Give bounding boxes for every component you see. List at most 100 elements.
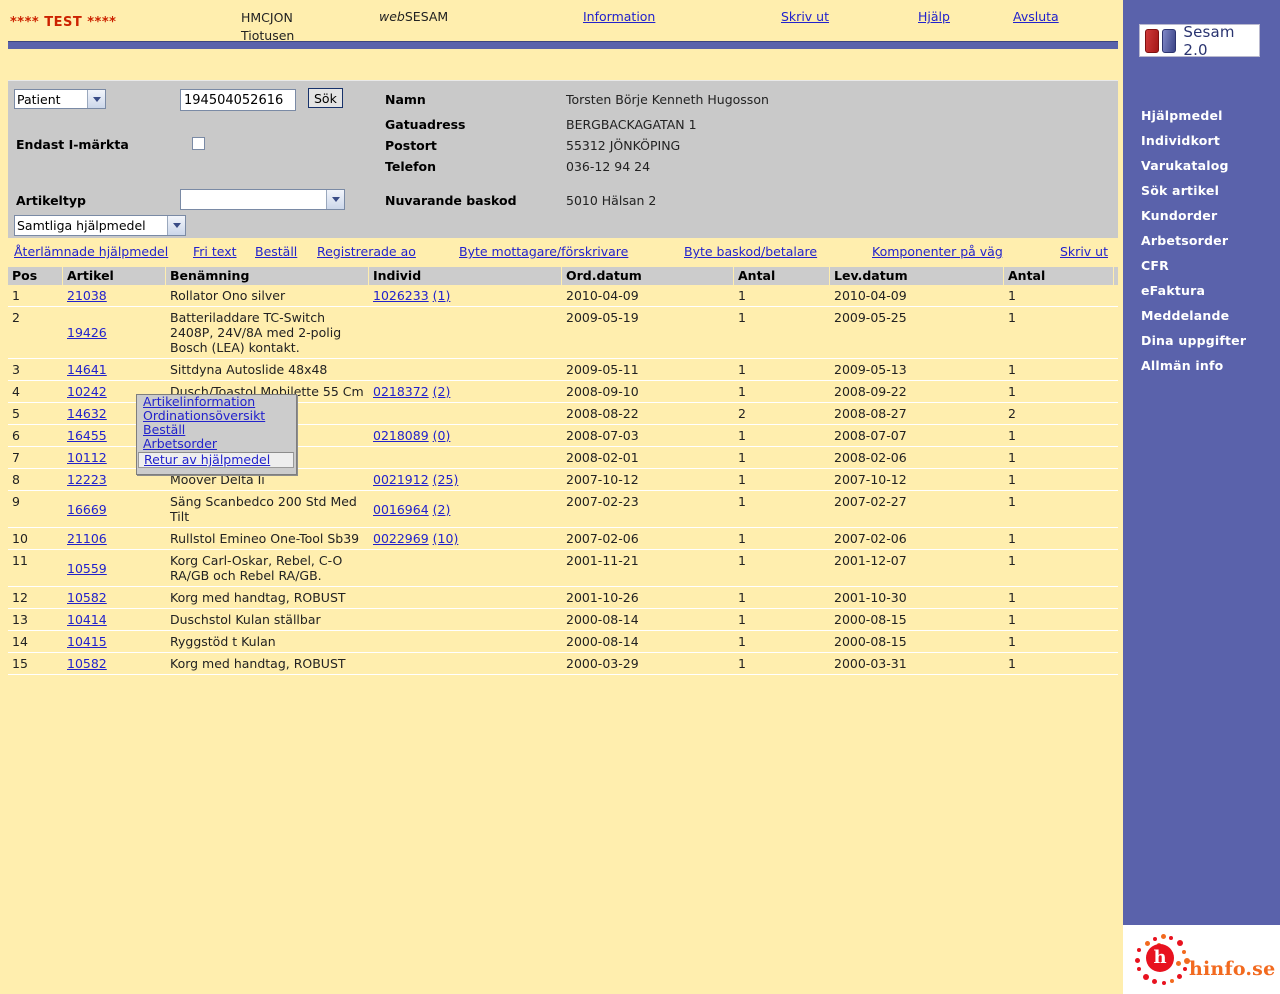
scope-select-wrapper[interactable]: Samtliga hjälpmedel [14, 215, 186, 236]
individual-count-link[interactable]: (25) [433, 472, 459, 487]
sidebar-item-varukatalog[interactable]: Varukatalog [1123, 153, 1280, 178]
sidebar-item-individkort[interactable]: Individkort [1123, 128, 1280, 153]
search-type-select[interactable]: Patient [14, 89, 106, 109]
toolbar-link-print[interactable]: Skriv ut [1060, 244, 1108, 259]
context-menu-item-prescription[interactable]: Ordinationsöversikt [137, 409, 296, 423]
toolbar-link-change-recipient[interactable]: Byte mottagare/förskrivare [459, 244, 628, 259]
article-link[interactable]: 10414 [67, 612, 107, 627]
context-menu-item-order[interactable]: Beställ [137, 423, 296, 437]
cell-levdatum: 2009-05-13 [834, 362, 907, 377]
sidebar-item-arbetsorder[interactable]: Arbetsorder [1123, 228, 1280, 253]
context-menu-item-return-aid[interactable]: Retur av hjälpmedel [138, 452, 294, 468]
baskod-value: 5010 Hälsan 2 [566, 193, 657, 208]
sidebar-item-hjalpmedel[interactable]: Hjälpmedel [1123, 103, 1280, 128]
toolbar-link-registered-ao[interactable]: Registrerade ao [317, 244, 416, 259]
header-link-information[interactable]: Information [583, 9, 655, 24]
cell-pos: 7 [12, 450, 20, 465]
individual-count-link[interactable]: (2) [433, 384, 451, 399]
cell-benamning: Sittdyna Autoslide 48x48 [170, 362, 328, 377]
toolbar-link-returned-aids[interactable]: Återlämnade hjälpmedel [14, 244, 168, 259]
cell-antal-ord: 1 [738, 310, 746, 325]
product-name: webSESAM [379, 9, 448, 24]
cell-individ [369, 359, 562, 380]
cell-antal-ord: 1 [738, 656, 746, 671]
individual-count-link[interactable]: (2) [433, 502, 451, 517]
article-link[interactable]: 12223 [67, 472, 107, 487]
scope-select[interactable]: Samtliga hjälpmedel [14, 215, 186, 236]
individual-link[interactable]: 1026233 [373, 288, 429, 303]
individual-count-link[interactable]: (1) [433, 288, 451, 303]
cell-benamning: Rollator Ono silver [170, 288, 286, 303]
cell-pos: 5 [12, 406, 20, 421]
artikeltyp-select-wrapper[interactable] [180, 189, 345, 210]
patient-city-label: Postort [385, 138, 437, 153]
artikeltyp-select[interactable] [180, 189, 345, 210]
toolbar-link-order[interactable]: Beställ [255, 244, 297, 259]
individual-link[interactable]: 0218089 [373, 428, 429, 443]
cell-antal-lev: 1 [1008, 472, 1016, 487]
sidebar-item-cfr[interactable]: CFR [1123, 253, 1280, 278]
cell-antal-ord: 2 [738, 406, 746, 421]
patient-phone-label: Telefon [385, 159, 437, 174]
context-menu-item-work-order[interactable]: Arbetsorder [137, 437, 296, 451]
article-link[interactable]: 10582 [67, 656, 107, 671]
article-link[interactable]: 10242 [67, 384, 107, 399]
search-button[interactable]: Sök [308, 88, 343, 108]
header-link-logout[interactable]: Avsluta [1013, 9, 1059, 24]
hinfo-dot-icon [1145, 941, 1150, 946]
sidebar-item-meddelande[interactable]: Meddelande [1123, 303, 1280, 328]
cell-orddatum: 2008-09-10 [566, 384, 639, 399]
table-row: 10 21106 Rullstol Emineo One-Tool Sb39 0022… [8, 528, 1118, 550]
article-link[interactable]: 10559 [67, 561, 107, 576]
article-link[interactable]: 10112 [67, 450, 107, 465]
sidebar-item-kundorder[interactable]: Kundorder [1123, 203, 1280, 228]
search-id-input[interactable] [180, 89, 296, 111]
cell-levdatum: 2007-02-06 [834, 531, 907, 546]
header-link-print[interactable]: Skriv ut [781, 9, 829, 24]
article-link[interactable]: 16455 [67, 428, 107, 443]
cell-orddatum: 2009-05-11 [566, 362, 639, 377]
context-menu[interactable]: Artikelinformation Ordinationsöversikt B… [136, 394, 297, 475]
article-link[interactable]: 16669 [67, 502, 107, 517]
cell-orddatum: 2000-03-29 [566, 656, 639, 671]
individual-count-link[interactable]: (0) [433, 428, 451, 443]
cell-levdatum: 2008-02-06 [834, 450, 907, 465]
only-marked-checkbox[interactable] [192, 137, 205, 150]
toolbar-link-change-baskod[interactable]: Byte baskod/betalare [684, 244, 817, 259]
sidebar-item-allman-info[interactable]: Allmän info [1123, 353, 1280, 378]
individual-link[interactable]: 0022969 [373, 531, 429, 546]
header-link-help[interactable]: Hjälp [918, 9, 950, 24]
search-type-select-wrapper[interactable]: Patient [14, 89, 106, 109]
article-link[interactable]: 10582 [67, 590, 107, 605]
cell-individ [369, 447, 562, 468]
cell-benamning: Rullstol Emineo One-Tool Sb39 [170, 531, 360, 546]
sidebar-item-efaktura[interactable]: eFaktura [1123, 278, 1280, 303]
cell-antal-ord: 1 [738, 553, 746, 568]
cell-artikel: 10559 [63, 550, 166, 586]
cell-antal-ord: 1 [738, 450, 746, 465]
article-link[interactable]: 21038 [67, 288, 107, 303]
cell-antal-lev: 1 [1008, 656, 1016, 671]
toolbar-link-free-text[interactable]: Fri text [193, 244, 237, 259]
cell-antal-ord: 1 [738, 384, 746, 399]
logo-blue-block-icon [1162, 28, 1177, 53]
article-link[interactable]: 14632 [67, 406, 107, 421]
toolbar-link-components-enroute[interactable]: Komponenter på väg [872, 244, 1003, 259]
article-link[interactable]: 19426 [67, 325, 107, 340]
individual-link[interactable]: 0016964 [373, 502, 429, 517]
sidebar-nav: Hjälpmedel Individkort Varukatalog Sök a… [1123, 103, 1280, 378]
article-link[interactable]: 10415 [67, 634, 107, 649]
individual-count-link[interactable]: (10) [433, 531, 459, 546]
cell-antal-lev: 1 [1008, 612, 1016, 627]
article-link[interactable]: 14641 [67, 362, 107, 377]
individual-link[interactable]: 0021912 [373, 472, 429, 487]
table-row: 14 10415 Ryggstöd t Kulan 2000-08-14 1 2000-0… [8, 631, 1118, 653]
context-menu-item-article-info[interactable]: Artikelinformation [137, 395, 296, 409]
cell-artikel: 14641 [63, 359, 166, 380]
sidebar-item-dina-uppgifter[interactable]: Dina uppgifter [1123, 328, 1280, 353]
article-link[interactable]: 21106 [67, 531, 107, 546]
sidebar-item-sok-artikel[interactable]: Sök artikel [1123, 178, 1280, 203]
header-divider [8, 41, 1118, 49]
hinfo-dot-icon [1177, 940, 1183, 946]
individual-link[interactable]: 0218372 [373, 384, 429, 399]
